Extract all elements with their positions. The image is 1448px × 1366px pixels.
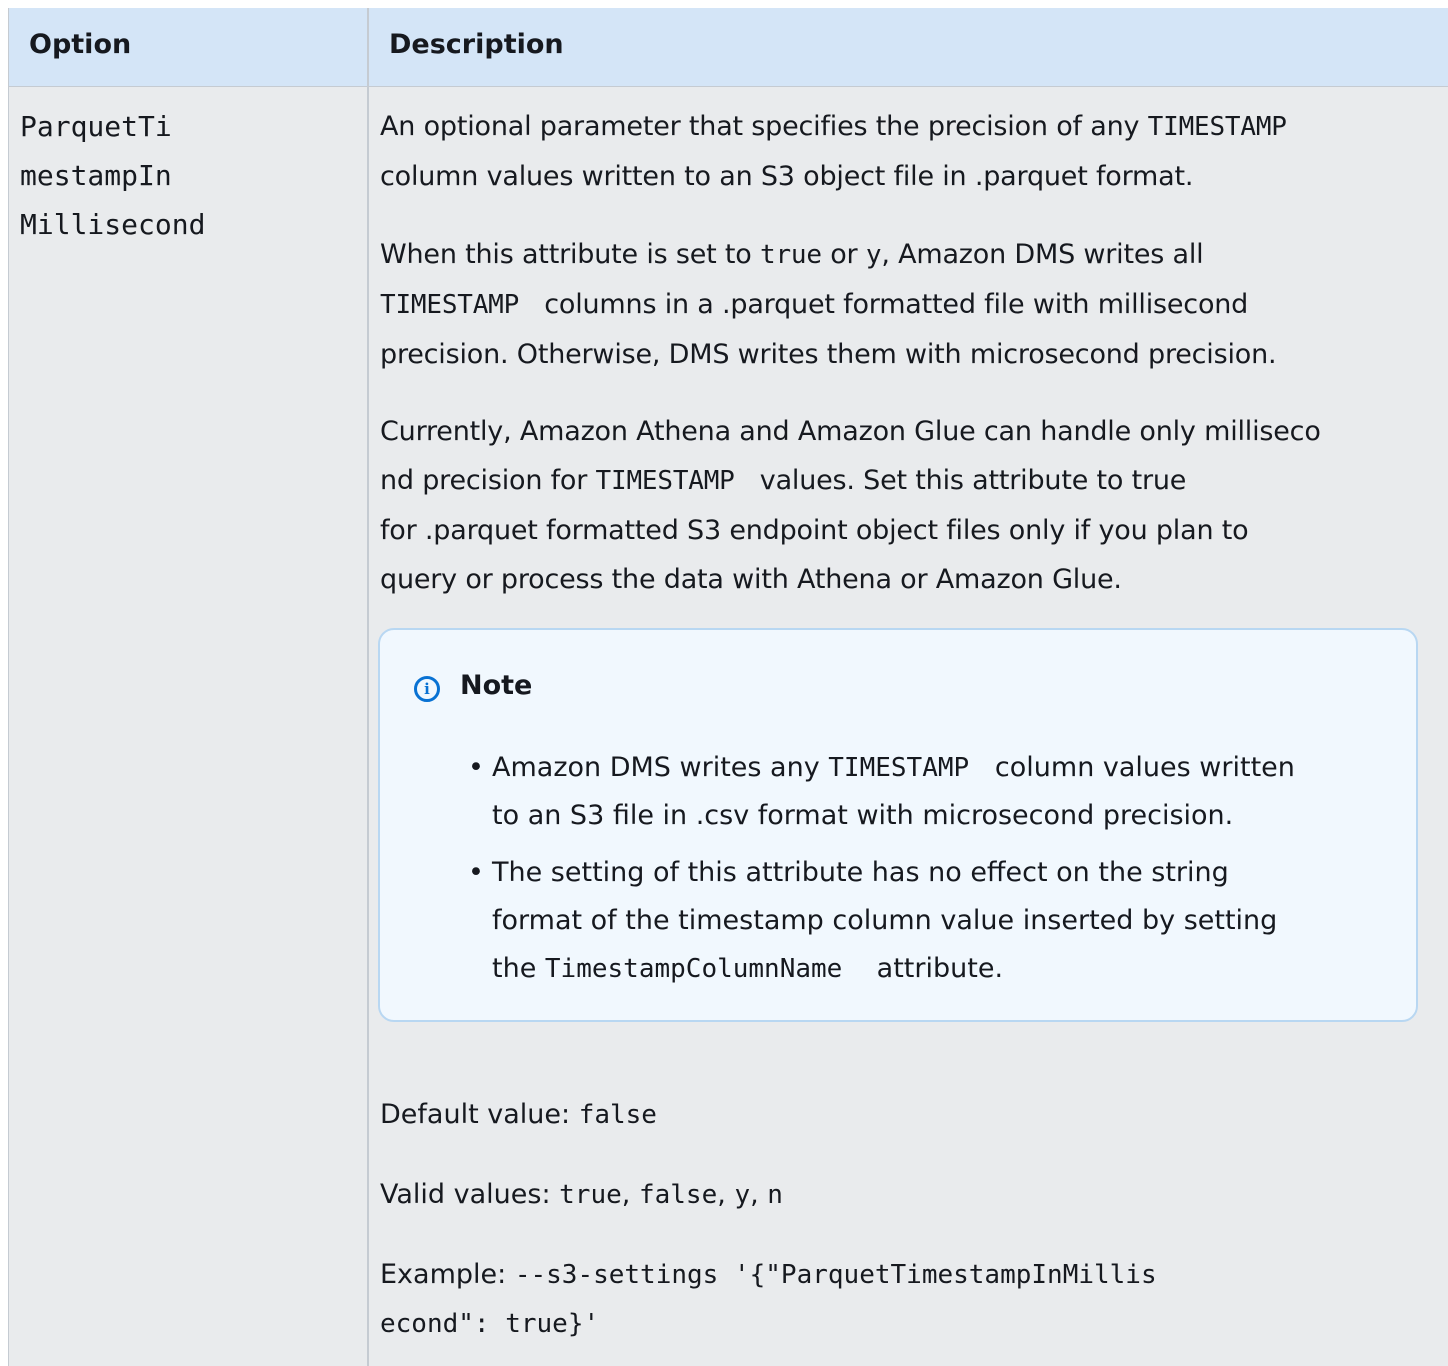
valid-value-y: y [734,1180,751,1210]
text: precision. Otherwise, DMS writes them wi… [380,339,1277,370]
default-value-paragraph: Default value: false [380,1090,657,1140]
text: columns in a .parquet formatted file wit… [544,289,1249,320]
text: attribute. [876,953,1004,984]
option-name-line: ParquetTi [20,110,172,143]
text: query or process the data with Athena or… [380,564,1122,595]
example-paragraph: Example: --s3-settings '{"ParquetTimesta… [380,1250,1157,1349]
note-callout: i Note • Amazon DMS writes any TIMESTAMP… [378,628,1418,1022]
text: format of the timestamp column value ins… [492,905,1278,936]
column-header-option: Option [29,29,132,60]
code-timestamp: TIMESTAMP [380,290,520,320]
text: to an S3 file in .csv format with micros… [492,800,1234,831]
valid-values-paragraph: Valid values: true, false, y, n [380,1170,783,1220]
example-code-line-2: econd": true}' [380,1309,600,1339]
text: for .parquet formatted S3 endpoint objec… [380,515,1249,546]
description-paragraph-2: When this attribute is set to true or y,… [380,230,1277,379]
code-true: true [760,240,822,270]
text: Currently, Amazon Athena and Amazon Glue… [380,416,1321,447]
note-list: • Amazon DMS writes any TIMESTAMP column… [468,744,1388,993]
example-label: Example: [380,1259,507,1290]
valid-values-label: Valid values: [380,1179,551,1210]
valid-value-n: n [767,1180,783,1210]
list-item: • Amazon DMS writes any TIMESTAMP column… [468,744,1388,840]
default-value-label: Default value: [380,1099,571,1130]
text: nd precision for [380,465,588,496]
column-divider [367,8,369,1366]
separator: , [750,1179,759,1210]
code-timestamp: TIMESTAMP [595,466,735,496]
example-code-line-1: --s3-settings '{"ParquetTimestampInMilli… [514,1260,1157,1290]
text: column values written to an S3 object fi… [380,161,1194,192]
bullet-icon: • [468,857,484,888]
code-timestamp: TIMESTAMP [828,753,970,783]
table-header: Option Description [9,8,1448,87]
code-timestamp-column-name: TimestampColumnName [544,954,843,984]
text: values. Set this attribute to true [759,465,1187,496]
description-paragraph-1: An optional parameter that specifies the… [380,102,1287,201]
valid-value-false: false [638,1180,718,1210]
note-title: Note [460,670,533,701]
code-timestamp: TIMESTAMP [1147,112,1287,142]
description-paragraph-3: Currently, Amazon Athena and Amazon Glue… [380,407,1321,604]
separator: , [621,1179,631,1210]
text: , Amazon DMS writes all [881,239,1204,270]
bullet-icon: • [468,752,484,783]
text: column values written [994,752,1295,783]
separator: , [717,1179,726,1210]
column-header-description: Description [389,29,564,60]
text: the [492,953,537,984]
text: Amazon DMS writes any [492,752,820,783]
option-name-cell: ParquetTi mestampIn Millisecond [20,102,260,249]
option-name-line: mestampIn [20,159,172,192]
text: The setting of this attribute has no eff… [492,857,1229,888]
list-item: • The setting of this attribute has no e… [468,849,1388,993]
text: An optional parameter that specifies the… [380,111,1140,142]
info-icon: i [414,676,440,702]
option-name-line: Millisecond [20,208,206,241]
default-value: false [578,1100,657,1130]
text: When this attribute is set to [380,239,752,270]
valid-value-true: true [559,1180,622,1210]
text: or [830,239,858,270]
code-y: y [865,240,882,270]
